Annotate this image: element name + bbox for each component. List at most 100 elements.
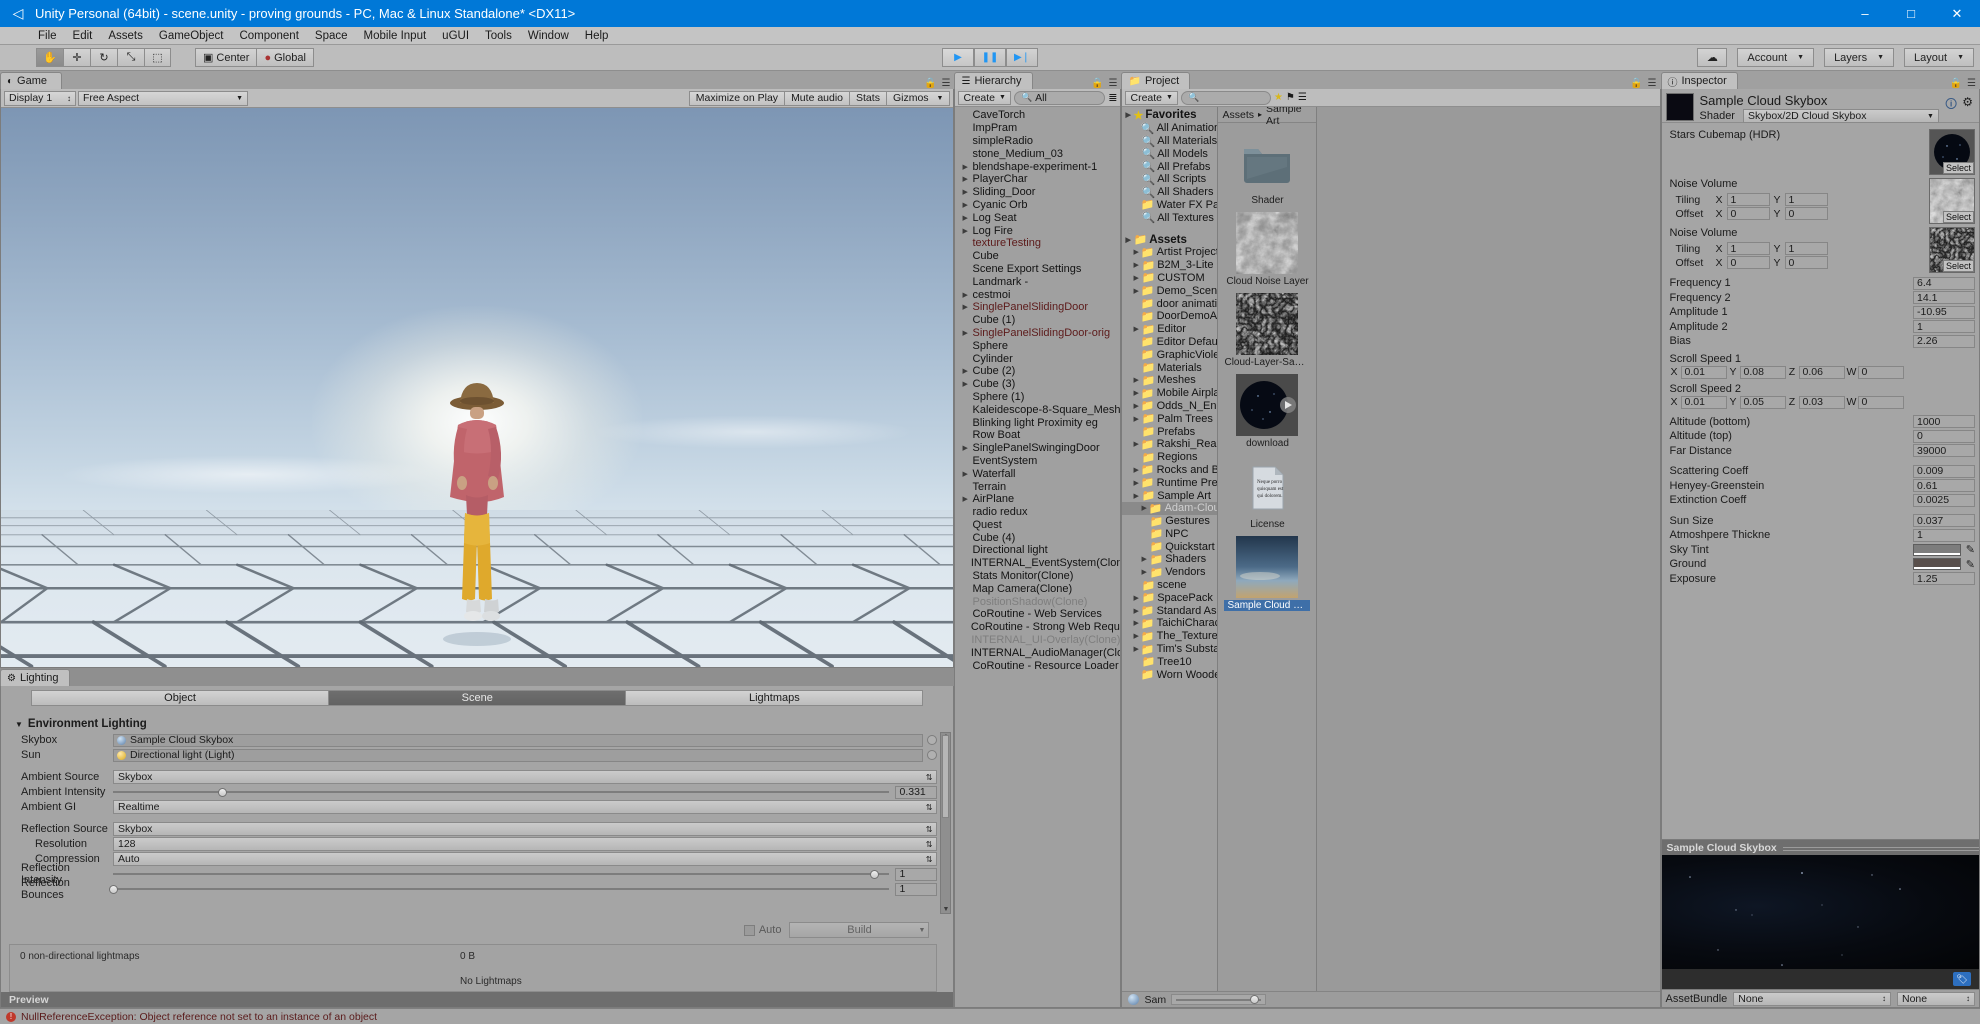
menu-item-edit[interactable]: Edit	[65, 29, 101, 43]
vector-y-input[interactable]: 0.08	[1739, 365, 1786, 379]
hierarchy-item[interactable]: ▶CaveTorch	[955, 109, 1120, 122]
lighting-scrollbar[interactable]: ▲ ▼	[940, 732, 952, 914]
tab-menu-icon[interactable]: ☰	[1967, 78, 1976, 89]
hierarchy-item[interactable]: ▶ Log Seat	[955, 211, 1120, 224]
slider-knob[interactable]	[869, 869, 879, 879]
expand-triangle-icon[interactable]: ▶	[1141, 568, 1147, 576]
slider-reflection-intensity[interactable]	[113, 868, 890, 881]
expand-triangle-icon[interactable]: ▶	[962, 227, 969, 235]
project-tree-item[interactable]: ▶ 📁 CUSTOM	[1122, 272, 1217, 285]
chevron-down-icon[interactable]: ▼	[937, 95, 944, 102]
hierarchy-item[interactable]: ▶CoRoutine - Resource Loader	[955, 659, 1120, 672]
hierarchy-item[interactable]: ▶Landmark -	[955, 275, 1120, 288]
breadcrumb[interactable]: Assets ▸ Sample Art	[1218, 107, 1317, 127]
tiling-x-input[interactable]: 1	[1726, 242, 1770, 255]
lighting-mode-lightmaps[interactable]: Lightmaps	[625, 690, 924, 706]
tab-inspector[interactable]: ⓘ Inspector	[1660, 72, 1738, 89]
lighting-preview-bar[interactable]: Preview	[1, 992, 954, 1007]
expand-triangle-icon[interactable]: ▶	[1133, 619, 1138, 627]
project-tree-item[interactable]: ▶📁Rocks and Boulders	[1122, 464, 1217, 477]
hierarchy-item[interactable]: ▶ Cyanic Orb	[955, 199, 1120, 212]
hierarchy-item[interactable]: ▶PositionShadow(Clone)	[955, 595, 1120, 608]
tab-project[interactable]: 📁 Project	[1121, 72, 1191, 89]
hierarchy-item[interactable]: ▶Cube (1)	[955, 314, 1120, 327]
project-favorite-item[interactable]: ▶🔍All Textures	[1122, 211, 1217, 225]
hierarchy-sort-icon[interactable]: ≣	[1108, 91, 1117, 104]
property-value-input[interactable]: 0.61	[1913, 479, 1975, 493]
project-tree-item[interactable]: ▶ 📁 Editor	[1122, 323, 1217, 336]
hierarchy-item[interactable]: ▶ SinglePanelSwingingDoor	[955, 442, 1120, 455]
expand-triangle-icon[interactable]: ▶	[1133, 287, 1138, 295]
expand-triangle-icon[interactable]: ▶	[962, 175, 969, 183]
asset-cell[interactable]: Cloud-Layer-Sam...	[1223, 293, 1311, 368]
property-value-input[interactable]: 2.26	[1913, 334, 1975, 348]
project-tree-item[interactable]: ▶ 📁 The_Textures	[1122, 630, 1217, 643]
project-assets-header[interactable]: ▶ 📁 Assets	[1122, 233, 1217, 247]
expand-triangle-icon[interactable]: ▶	[1133, 415, 1139, 423]
property-value-input[interactable]: 0.009	[1913, 464, 1975, 478]
rotate-tool-button[interactable]: ↻	[90, 48, 117, 67]
rect-tool-button[interactable]: ⬚	[144, 48, 171, 67]
texture-slot-cubemap[interactable]: Select	[1929, 129, 1975, 175]
property-slider[interactable]	[1811, 465, 1907, 478]
vector-x-input[interactable]: 0.01	[1680, 365, 1727, 379]
hierarchy-item[interactable]: ▶EventSystem	[955, 455, 1120, 468]
hierarchy-item[interactable]: ▶simpleRadio	[955, 135, 1120, 148]
project-tree-item[interactable]: ▶ 📁 Sample Art	[1122, 489, 1217, 503]
expand-triangle-icon[interactable]: ▶	[1133, 389, 1138, 397]
lock-icon[interactable]: 🔒	[1950, 78, 1962, 89]
object-picker-button[interactable]	[927, 750, 938, 761]
popup-ambient-source[interactable]: Skybox ⇅	[113, 770, 938, 785]
expand-triangle-icon[interactable]: ▶	[962, 291, 969, 299]
project-tree-item[interactable]: ▶📁Odds_N_Ends	[1122, 400, 1217, 413]
lighting-mode-scene[interactable]: Scene	[328, 690, 626, 706]
project-favorites-header[interactable]: ▶ ★ Favorites	[1122, 109, 1217, 122]
hierarchy-item[interactable]: ▶radio redux	[955, 506, 1120, 519]
hierarchy-item[interactable]: ▶Row Boat	[955, 429, 1120, 442]
project-tree-item[interactable]: ▶📁Tim's Substance	[1122, 643, 1217, 656]
project-tree-item[interactable]: ▶ 📁 Vendors	[1122, 566, 1217, 579]
layers-button[interactable]: Layers ▼	[1824, 48, 1895, 67]
hierarchy-item[interactable]: ▶ Cube (2)	[955, 365, 1120, 378]
project-favorite-item[interactable]: ▶🔍All Prefabs	[1122, 160, 1217, 174]
hierarchy-item[interactable]: ▶textureTesting	[955, 237, 1120, 250]
hierarchy-item[interactable]: ▶Sphere	[955, 339, 1120, 352]
preview-drag-lines[interactable]	[1782, 847, 1979, 848]
project-create-button[interactable]: Create ▼	[1125, 90, 1178, 105]
project-tree-item[interactable]: ▶📁Worn Wooden	[1122, 668, 1218, 682]
project-tree-item[interactable]: ▶📁NPC	[1122, 528, 1217, 541]
asset-cell[interactable]: Sample Cloud Sk...	[1223, 536, 1311, 611]
lighting-scrollbar-thumb[interactable]	[942, 735, 950, 818]
project-favorite-item[interactable]: ▶🔍All Materials	[1122, 135, 1217, 148]
tag-icon[interactable]: 🏷	[1953, 972, 1971, 986]
offset-x-input[interactable]: 0	[1726, 207, 1770, 220]
expand-triangle-icon[interactable]: ▶	[1133, 376, 1139, 384]
property-value-input[interactable]: 1	[1913, 320, 1975, 334]
pivot-mode-button[interactable]: ▣ Center	[195, 48, 258, 67]
property-value-input[interactable]: 0.0025	[1913, 493, 1975, 507]
project-tree-item[interactable]: ▶📁Regions	[1122, 451, 1217, 464]
property-value-input[interactable]: 1000	[1913, 415, 1975, 429]
inspector-properties[interactable]: Stars Cubemap (HDR) Select Noise Volume Til…	[1662, 123, 1980, 839]
assetbundle-variant-dropdown[interactable]: None ↕	[1897, 991, 1975, 1006]
expand-triangle-icon[interactable]: ▶	[1133, 440, 1138, 448]
property-value-input[interactable]: 6.4	[1913, 276, 1975, 290]
property-slider[interactable]	[1811, 514, 1907, 527]
asset-grid[interactable]: Shader Cloud Noise Layer Cloud-Layer-Sam..…	[1218, 123, 1316, 991]
expand-triangle-icon[interactable]: ▶	[962, 303, 969, 311]
project-tree-item[interactable]: ▶📁TaichiCharacter	[1122, 617, 1217, 630]
expand-triangle-icon[interactable]: ▶	[1133, 325, 1139, 333]
hierarchy-item[interactable]: ▶Sphere (1)	[955, 391, 1120, 404]
project-tree-item[interactable]: ▶ 📁 Artist Projects	[1122, 246, 1217, 259]
project-tree-item[interactable]: ▶ 📁 Palm Trees	[1122, 412, 1217, 426]
property-value-input[interactable]: 14.1	[1913, 291, 1975, 305]
lock-icon[interactable]: 🔒	[1630, 78, 1642, 89]
select-button[interactable]: Select	[1942, 260, 1974, 272]
hierarchy-item[interactable]: ▶ SinglePanelSlidingDoor-orig	[955, 327, 1120, 340]
project-tree[interactable]: ▶★Favorites▶🔍All Animations▶🔍All Materia…	[1122, 107, 1219, 991]
expand-triangle-icon[interactable]: ▶	[1133, 274, 1139, 282]
expand-triangle-icon[interactable]: ▶	[1125, 236, 1131, 244]
expand-triangle-icon[interactable]: ▶	[1125, 111, 1131, 119]
pause-button[interactable]: ❚❚	[974, 48, 1006, 67]
play-button[interactable]: ▶	[942, 48, 974, 67]
